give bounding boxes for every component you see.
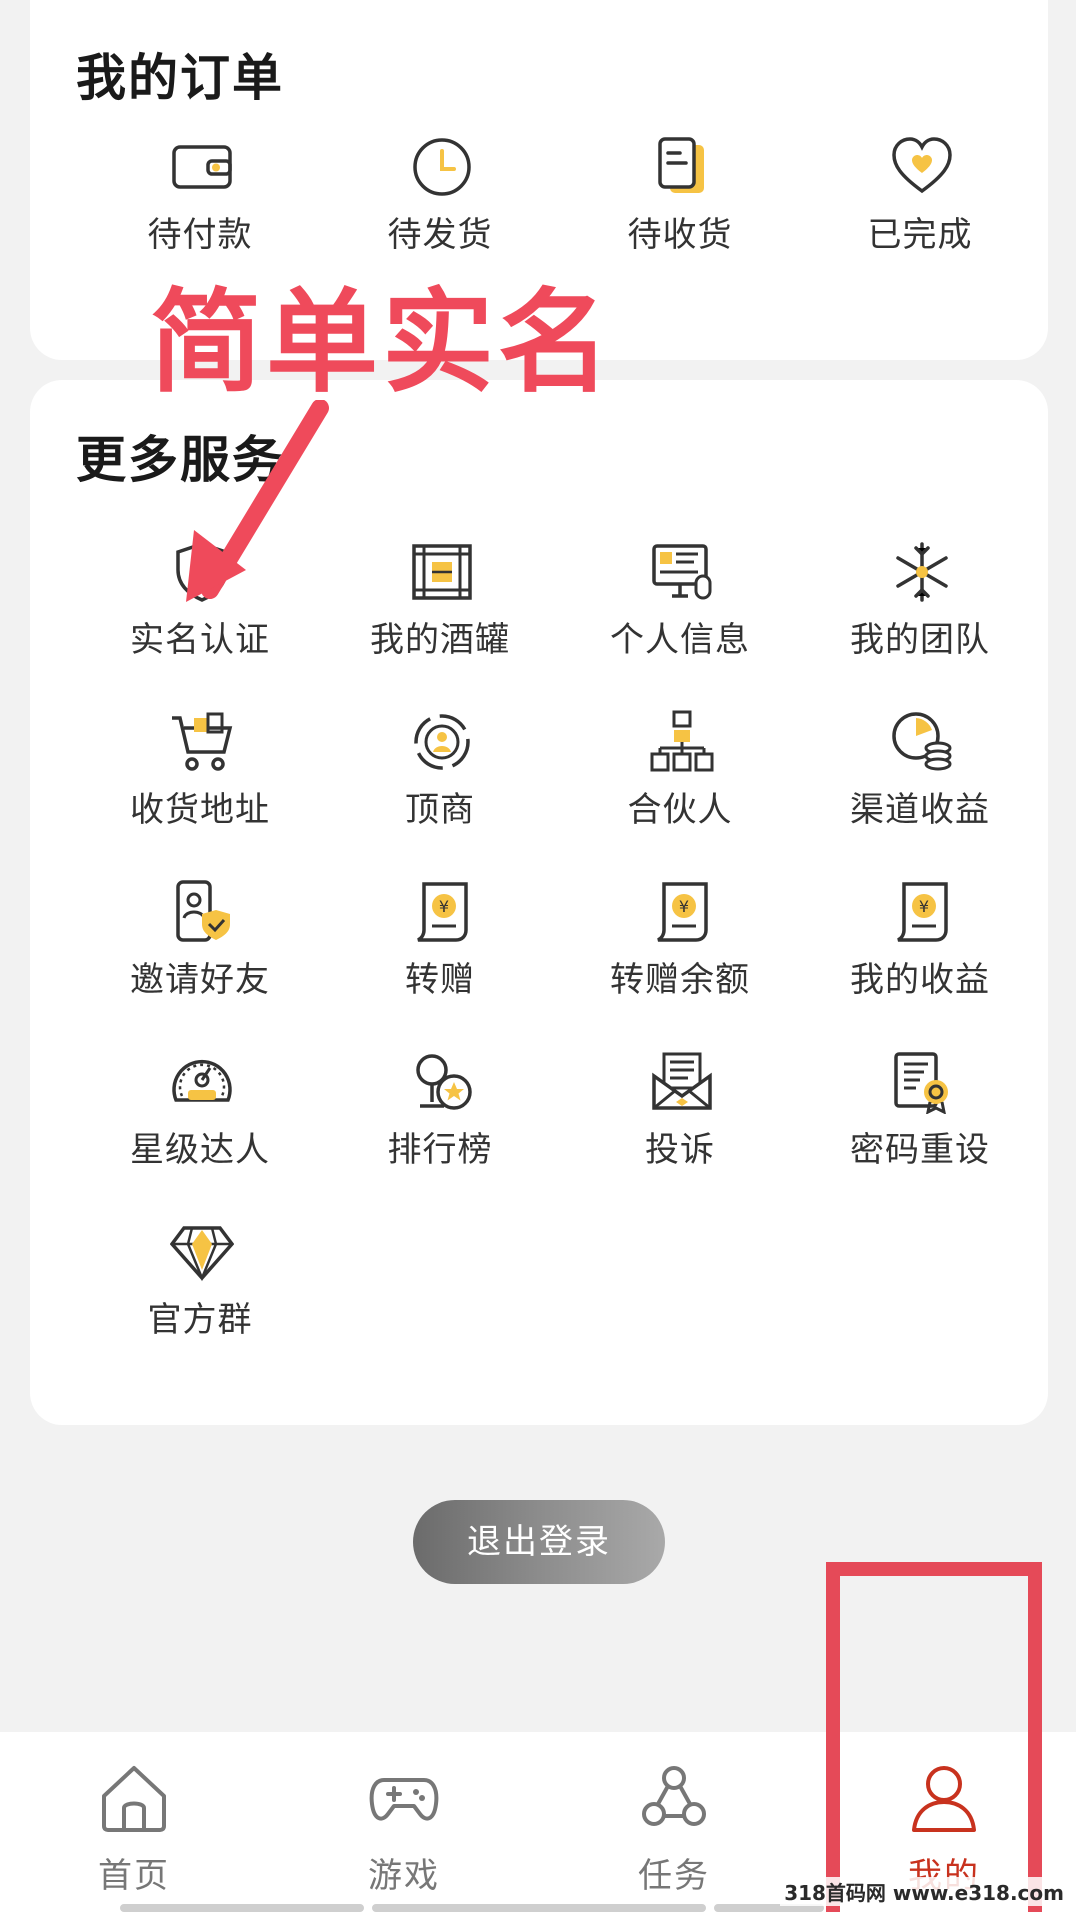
order-pending-receipt-label: 待收货 [627, 215, 733, 255]
service-complaint[interactable]: 投诉 [560, 1050, 800, 1220]
clock-coins-icon [892, 712, 952, 771]
service-gift-transfer-label: 转赠 [405, 960, 475, 1000]
snowflake-icon [896, 542, 948, 602]
tab-tasks[interactable]: 任务 [574, 1762, 774, 1896]
order-pending-shipment-label: 待发货 [387, 215, 493, 255]
tab-games-label: 游戏 [368, 1856, 440, 1896]
service-official-group-label: 官方群 [147, 1300, 253, 1340]
tab-home-label: 首页 [98, 1856, 170, 1896]
service-leaderboard-label: 排行榜 [387, 1130, 493, 1170]
svg-text:¥: ¥ [919, 897, 929, 916]
service-shipping-address[interactable]: 收货地址 [80, 710, 320, 880]
service-personal-info-label: 个人信息 [610, 620, 750, 660]
annotation-arrow-icon [186, 400, 329, 602]
trophy-star-icon [416, 1054, 472, 1110]
yuan-scroll-icon: ¥ [897, 882, 948, 942]
home-indicator-segment [120, 1904, 364, 1912]
annotation-text: 简单实名 [150, 278, 614, 408]
service-transfer-balance-label: 转赠余额 [610, 960, 750, 1000]
target-user-icon [414, 714, 470, 770]
home-indicator-segment [372, 1904, 706, 1912]
home-icon [102, 1766, 166, 1832]
service-complaint-label: 投诉 [645, 1130, 715, 1170]
documents-icon [658, 137, 704, 193]
yuan-scroll-icon: ¥ [657, 882, 708, 942]
org-chart-icon [650, 710, 714, 772]
service-channel-earnings[interactable]: 渠道收益 [800, 710, 1040, 880]
my-orders-title: 我的订单 [76, 49, 284, 107]
service-my-team[interactable]: 我的团队 [800, 540, 1040, 710]
envelope-letter-icon [652, 1052, 712, 1110]
speedometer-icon [172, 1059, 232, 1102]
service-partner-label: 合伙人 [627, 790, 733, 830]
service-transfer-balance[interactable]: ¥ 转赠余额 [560, 880, 800, 1050]
tab-games[interactable]: 游戏 [304, 1762, 504, 1896]
phone-shield-icon [176, 880, 230, 942]
service-my-earnings[interactable]: ¥ 我的收益 [800, 880, 1040, 1050]
yuan-scroll-icon: ¥ [417, 882, 468, 942]
monitor-profile-icon [652, 544, 712, 600]
service-channel-earnings-label: 渠道收益 [850, 790, 990, 830]
service-personal-info[interactable]: 个人信息 [560, 540, 800, 710]
service-partner[interactable]: 合伙人 [560, 710, 800, 880]
service-official-group[interactable]: 官方群 [80, 1220, 320, 1390]
service-shipping-address-label: 收货地址 [130, 790, 270, 830]
service-my-wine-jar[interactable]: 我的酒罐 [320, 540, 560, 710]
service-top-merchant[interactable]: 顶商 [320, 710, 560, 880]
heart-icon [892, 137, 952, 194]
service-gift-transfer[interactable]: ¥ 转赠 [320, 880, 560, 1050]
task-circles-icon [642, 1766, 706, 1826]
shopping-cart-icon [172, 712, 233, 771]
service-password-reset-label: 密码重设 [850, 1130, 990, 1170]
service-my-earnings-label: 我的收益 [850, 960, 990, 1000]
order-completed[interactable]: 已完成 [800, 135, 1040, 305]
wine-barrel-icon [412, 544, 472, 600]
order-completed-label: 已完成 [867, 215, 973, 255]
order-pending-payment-label: 待付款 [147, 215, 253, 255]
service-top-merchant-label: 顶商 [405, 790, 475, 830]
tab-tasks-label: 任务 [638, 1856, 710, 1896]
watermark: 318首码网 www.e318.com [780, 1877, 1068, 1906]
service-my-team-label: 我的团队 [850, 620, 990, 660]
annotation-highlight-box [826, 1562, 1042, 1912]
service-password-reset[interactable]: 密码重设 [800, 1050, 1040, 1220]
clock-icon [413, 138, 471, 196]
logout-button[interactable]: 退出登录 [413, 1500, 665, 1584]
certificate-icon [894, 1052, 948, 1114]
service-star-expert[interactable]: 星级达人 [80, 1050, 320, 1220]
svg-text:¥: ¥ [679, 897, 689, 916]
service-invite-friends-label: 邀请好友 [130, 960, 270, 1000]
service-leaderboard[interactable]: 排行榜 [320, 1050, 560, 1220]
service-invite-friends[interactable]: 邀请好友 [80, 880, 320, 1050]
service-my-wine-jar-label: 我的酒罐 [370, 620, 510, 660]
tab-home[interactable]: 首页 [34, 1762, 234, 1896]
wallet-icon [172, 145, 232, 189]
svg-text:¥: ¥ [439, 897, 449, 916]
service-star-expert-label: 星级达人 [130, 1130, 270, 1170]
gamepad-icon [369, 1778, 439, 1821]
diamond-icon [170, 1226, 234, 1282]
